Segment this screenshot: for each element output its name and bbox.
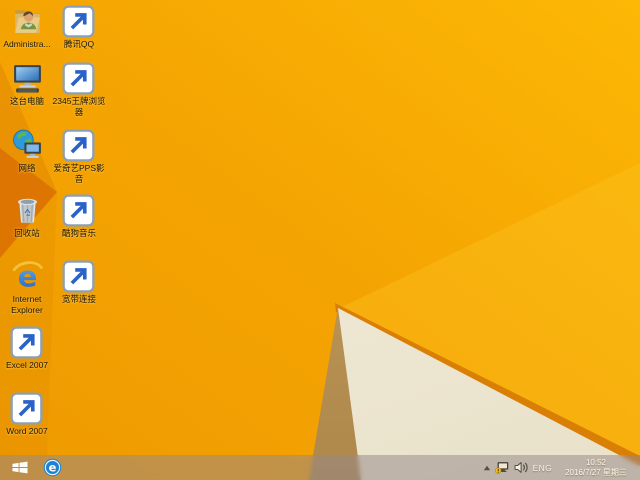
icon-label: 2345王牌浏览器 <box>52 96 106 117</box>
desktop-icon-excel-2007[interactable]: X Excel 2007 <box>0 325 54 371</box>
this-pc-icon <box>11 61 44 94</box>
desktop-icon-iqiyi-pps[interactable]: iQIYI 爱奇艺PPS影音 <box>50 128 108 184</box>
icon-label: 宽带连接 <box>61 294 96 304</box>
desktop-icon-this-pc[interactable]: 这台电脑 <box>0 61 54 107</box>
excel-icon: X <box>9 325 44 359</box>
start-button[interactable] <box>7 455 33 480</box>
word-icon: W <box>9 391 44 425</box>
language-indicator[interactable]: ENG <box>533 463 552 473</box>
shortcut-arrow-icon <box>9 392 43 425</box>
broadband-connection-icon <box>61 259 96 293</box>
desktop-icon-internet-explorer[interactable]: e Internet Explorer <box>0 259 54 315</box>
icon-label: Administra... <box>3 39 51 49</box>
clock-date: 2016/7/27 星期三 <box>565 467 627 477</box>
show-hidden-icons-button[interactable] <box>483 465 491 471</box>
clock[interactable]: 10:52 2016/7/27 星期三 <box>556 458 638 477</box>
iqiyi-pps-icon: iQIYI <box>61 128 96 162</box>
icon-label: 爱奇艺PPS影音 <box>53 163 105 184</box>
desktop-icon-word-2007[interactable]: W Word 2007 <box>0 391 54 437</box>
network-status-icon[interactable] <box>494 461 510 474</box>
shortcut-arrow-icon <box>61 129 95 162</box>
network-icon <box>11 128 44 161</box>
taskbar-ie-button[interactable]: e <box>40 455 64 480</box>
shortcut-arrow-icon <box>61 62 95 95</box>
clock-time: 10:52 <box>585 458 607 467</box>
2345-browser-icon: e <box>61 61 96 95</box>
desktop-icon-tencent-qq[interactable]: 腾讯QQ <box>50 4 108 50</box>
qq-icon <box>61 4 96 38</box>
svg-text:e: e <box>48 461 56 475</box>
shortcut-arrow-icon <box>61 5 95 38</box>
icon-label: 回收站 <box>14 228 40 238</box>
icon-label: 酷狗音乐 <box>61 228 96 238</box>
windows-logo-icon <box>12 461 28 474</box>
taskbar: e ENG 10:52 2016/7/27 星期三 <box>0 455 640 480</box>
desktop-icon-network[interactable]: 网络 <box>0 128 54 174</box>
icon-label: Internet Explorer <box>11 294 43 315</box>
desktop-icon-2345-browser[interactable]: e 2345王牌浏览器 <box>50 61 108 117</box>
internet-explorer-icon: e <box>11 259 44 292</box>
speaker-icon <box>514 462 528 473</box>
icon-label: 网络 <box>18 163 36 173</box>
user-folder-icon <box>11 4 44 37</box>
recycle-bin-icon <box>11 193 44 226</box>
shortcut-arrow-icon <box>9 326 43 359</box>
chevron-up-icon <box>483 465 490 470</box>
system-tray: ENG 10:52 2016/7/27 星期三 <box>483 455 638 480</box>
icon-label: Excel 2007 <box>5 360 49 370</box>
desktop-icon-recycle-bin[interactable]: 回收站 <box>0 193 54 239</box>
kugou-music-icon: K <box>61 193 96 227</box>
shortcut-arrow-icon <box>61 260 95 293</box>
desktop-screen: Administra... 这台电脑 网络 回收站 e Internet Exp… <box>0 0 640 480</box>
desktop-icon-kugou-music[interactable]: K 酷狗音乐 <box>50 193 108 239</box>
shortcut-arrow-icon <box>61 194 95 227</box>
network-warning-icon <box>494 462 508 474</box>
desktop-icon-broadband-connection[interactable]: 宽带连接 <box>50 259 108 305</box>
internet-explorer-taskbar-icon: e <box>43 458 61 477</box>
icon-label: 这台电脑 <box>9 96 44 106</box>
desktop-icon-administrator[interactable]: Administra... <box>0 4 54 50</box>
icon-label: 腾讯QQ <box>63 39 95 49</box>
volume-icon[interactable] <box>514 461 529 474</box>
icon-label: Word 2007 <box>6 426 48 436</box>
